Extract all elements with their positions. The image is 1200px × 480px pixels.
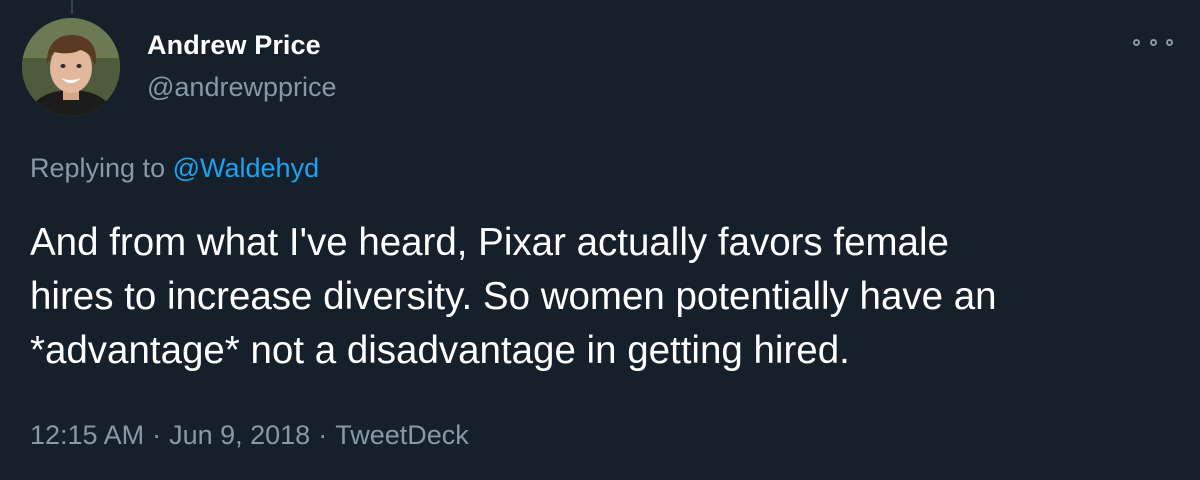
tweet-text-line: *advantage* not a disadvantage in gettin… bbox=[30, 329, 850, 372]
reply-mention-link[interactable]: @Waldehyd bbox=[173, 153, 319, 183]
more-options-icon bbox=[1133, 38, 1140, 46]
tweet-card: Andrew Price @andrewpprice Replying to @… bbox=[0, 0, 1200, 480]
replying-to-label: Replying to bbox=[30, 153, 166, 183]
more-options-button[interactable] bbox=[1133, 30, 1173, 54]
tweet-text: And from what I've heard, Pixar actually… bbox=[30, 216, 1170, 378]
profile-photo-icon bbox=[22, 18, 120, 116]
more-options-icon bbox=[1149, 38, 1157, 46]
author-name[interactable]: Andrew Price bbox=[147, 30, 321, 61]
tweet-metadata: 12:15 AM · Jun 9, 2018 · TweetDeck bbox=[30, 420, 469, 451]
tweet-time[interactable]: 12:15 AM bbox=[30, 420, 144, 450]
meta-separator: · bbox=[318, 420, 328, 450]
author-handle[interactable]: @andrewpprice bbox=[147, 72, 337, 103]
tweet-text-line: hires to increase diversity. So women po… bbox=[30, 275, 997, 318]
tweet-source[interactable]: TweetDeck bbox=[335, 420, 469, 450]
thread-connector-line bbox=[71, 0, 73, 14]
more-options-icon bbox=[1166, 38, 1173, 46]
avatar[interactable] bbox=[22, 18, 120, 116]
tweet-date[interactable]: Jun 9, 2018 bbox=[169, 420, 310, 450]
tweet-text-line: And from what I've heard, Pixar actually… bbox=[30, 221, 949, 264]
replying-to-line: Replying to @Waldehyd bbox=[30, 153, 319, 184]
meta-separator: · bbox=[152, 420, 162, 450]
